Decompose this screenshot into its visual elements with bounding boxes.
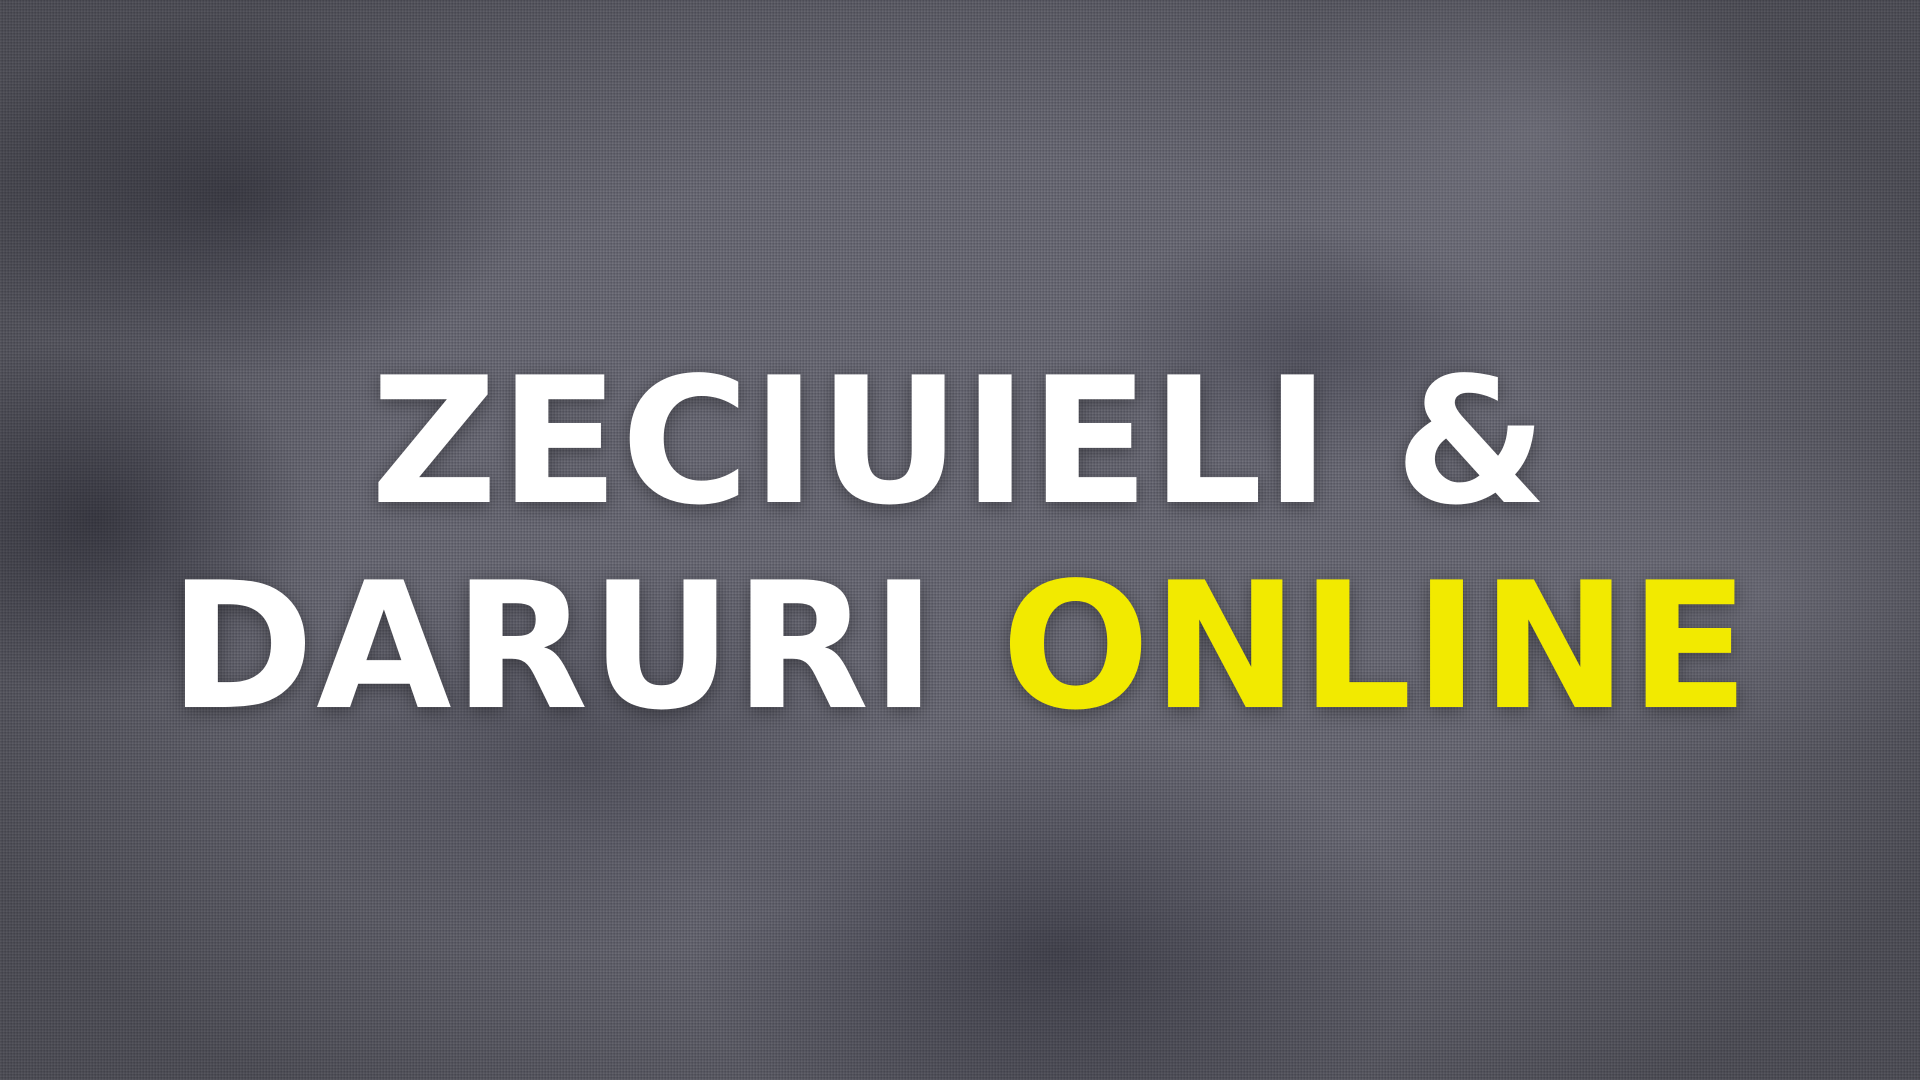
title-line-1: ZECIUIELI & (0, 355, 1920, 530)
title-line-2-text: DARURI (168, 546, 939, 749)
title-highlight-word: ONLINE (1001, 546, 1752, 749)
title-line-2: DARURI ONLINE (0, 560, 1920, 735)
title-line-1-text: ZECIUIELI & (370, 341, 1550, 544)
